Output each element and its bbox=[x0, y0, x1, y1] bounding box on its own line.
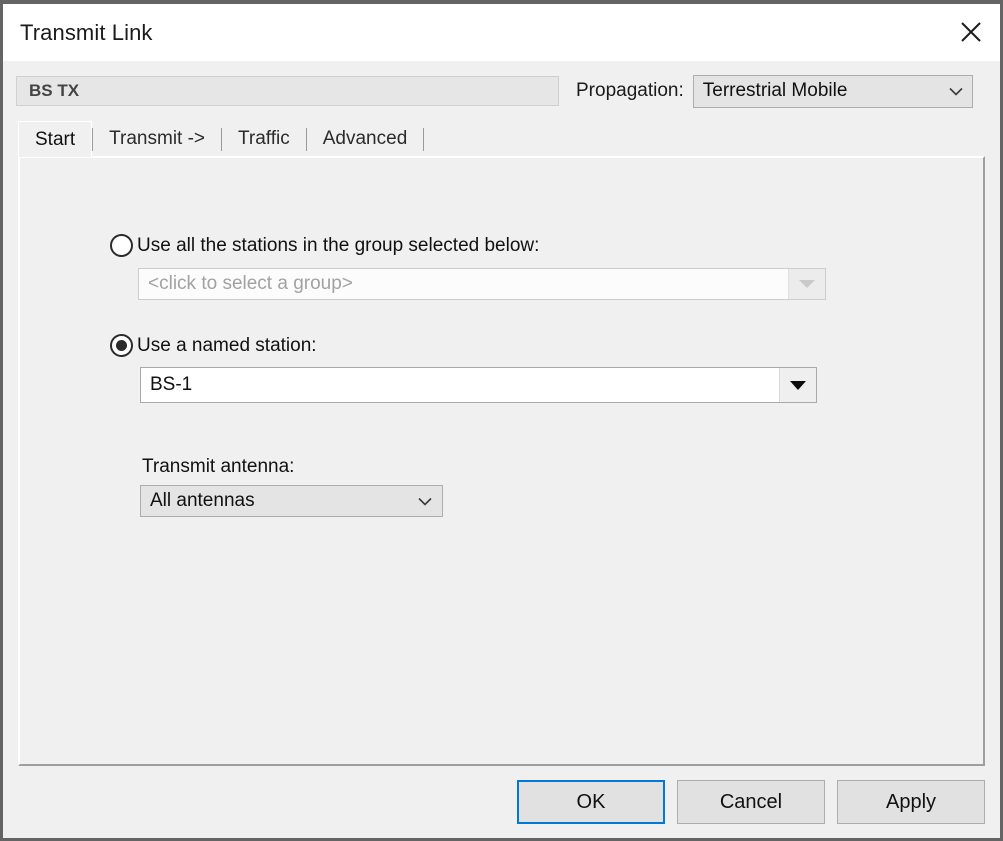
window-title: Transmit Link bbox=[20, 19, 153, 45]
propagation-select[interactable]: Terrestrial Mobile bbox=[692, 74, 973, 108]
radio-use-group-label: Use all the stations in the group select… bbox=[137, 234, 540, 256]
radio-use-group[interactable]: Use all the stations in the group select… bbox=[110, 234, 539, 257]
apply-button[interactable]: Apply bbox=[837, 780, 985, 824]
triangle-down-icon bbox=[790, 380, 806, 390]
station-select[interactable]: BS-1 bbox=[140, 367, 817, 403]
station-select-dropdown-button[interactable] bbox=[779, 368, 816, 402]
transmit-link-dialog: Transmit Link BS TX Propagation: Terrest… bbox=[0, 0, 1003, 841]
tab-transmit-label: Transmit -> bbox=[109, 128, 206, 149]
tab-advanced-label: Advanced bbox=[322, 128, 408, 149]
radio-use-station-label: Use a named station: bbox=[137, 334, 317, 356]
cancel-button-label: Cancel bbox=[719, 790, 783, 813]
station-select-value: BS-1 bbox=[150, 374, 193, 395]
tab-traffic[interactable]: Traffic bbox=[222, 121, 306, 157]
propagation-value: Terrestrial Mobile bbox=[702, 80, 848, 101]
cancel-button[interactable]: Cancel bbox=[677, 780, 825, 824]
chevron-down-icon bbox=[949, 87, 963, 96]
tab-start[interactable]: Start bbox=[18, 121, 93, 157]
tab-separator bbox=[423, 128, 425, 151]
header-row: BS TX Propagation: Terrestrial Mobile bbox=[3, 61, 1000, 121]
apply-button-label: Apply bbox=[885, 790, 937, 813]
dialog-footer: OK Cancel Apply bbox=[3, 766, 1000, 838]
start-tab-panel: Use all the stations in the group select… bbox=[18, 156, 985, 766]
tab-start-label: Start bbox=[35, 128, 76, 150]
tab-transmit[interactable]: Transmit -> bbox=[93, 121, 221, 157]
triangle-down-icon bbox=[799, 280, 815, 288]
tab-advanced[interactable]: Advanced bbox=[307, 121, 424, 157]
ok-button-label: OK bbox=[576, 790, 606, 813]
tab-traffic-label: Traffic bbox=[238, 128, 290, 149]
group-select-dropdown-button[interactable] bbox=[788, 269, 825, 299]
close-icon[interactable] bbox=[942, 3, 1000, 61]
transmit-antenna-label: Transmit antenna: bbox=[142, 456, 295, 477]
transmit-antenna-select[interactable]: All antennas bbox=[140, 485, 443, 517]
transmit-antenna-value: All antennas bbox=[150, 490, 255, 511]
radio-use-station-indicator bbox=[110, 334, 133, 357]
propagation-label: Propagation: bbox=[576, 80, 684, 101]
link-name-value: BS TX bbox=[29, 81, 80, 100]
radio-use-station[interactable]: Use a named station: bbox=[110, 334, 317, 357]
tab-strip: Start Transmit -> Traffic Advanced bbox=[18, 121, 1000, 157]
group-select-value: <click to select a group> bbox=[148, 273, 353, 294]
ok-button[interactable]: OK bbox=[517, 780, 665, 824]
chevron-down-icon bbox=[418, 497, 432, 506]
group-select[interactable]: <click to select a group> bbox=[138, 268, 826, 300]
title-bar: Transmit Link bbox=[3, 4, 1000, 61]
link-name-field: BS TX bbox=[16, 76, 559, 106]
radio-use-group-indicator bbox=[110, 234, 133, 257]
